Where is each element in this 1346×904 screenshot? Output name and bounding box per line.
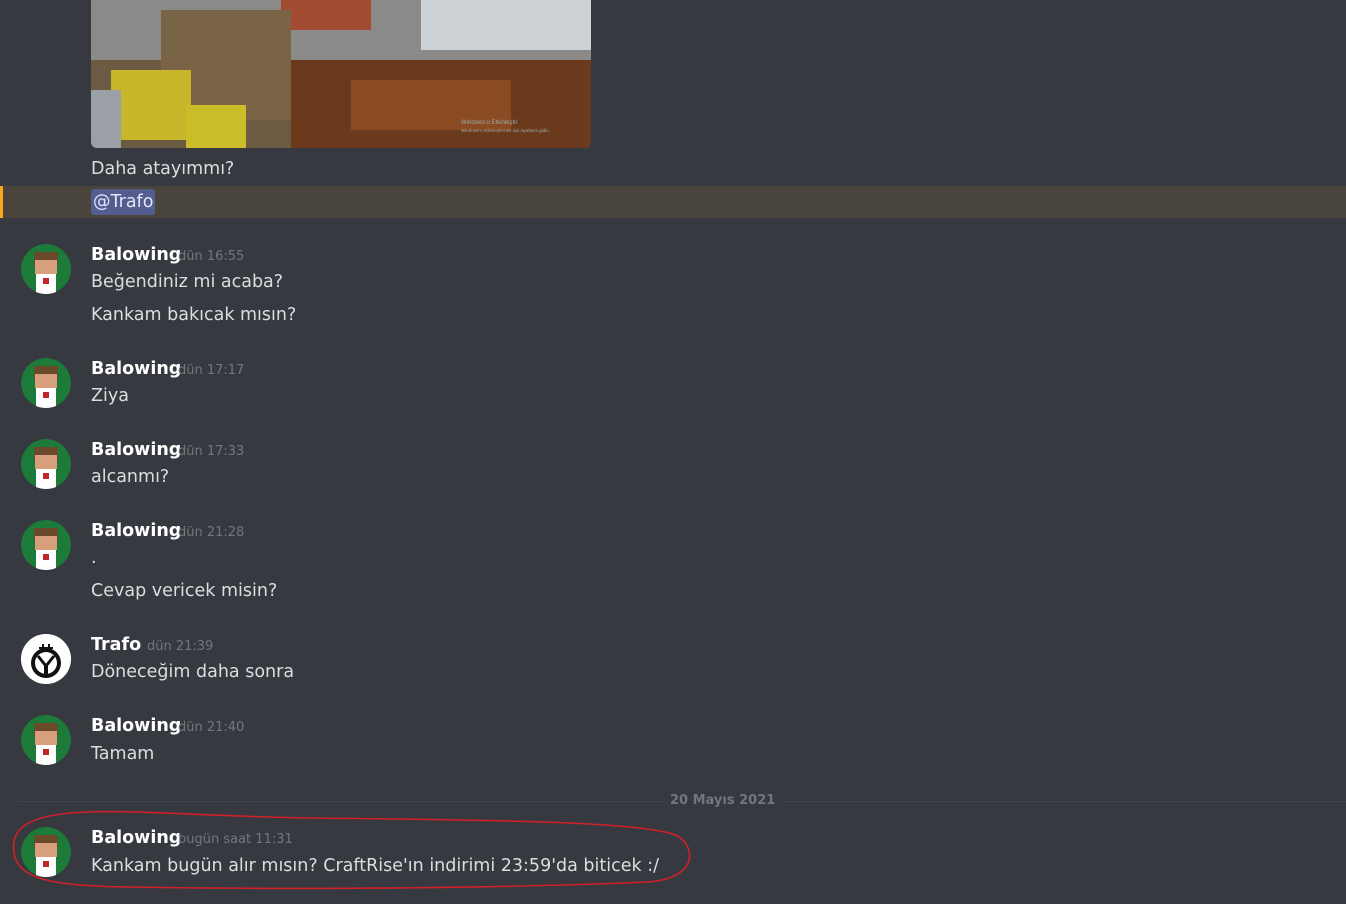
windows-watermark-sub: Windows'u etkinleştirmek için Ayarlar'a … <box>461 128 550 133</box>
timestamp: dün 21:28 <box>178 525 245 540</box>
timestamp: dün 16:55 <box>178 249 245 264</box>
timestamp: dün 21:40 <box>178 720 245 735</box>
author-name[interactable]: Balowing <box>91 243 181 267</box>
balowing-avatar[interactable] <box>21 358 71 408</box>
message-text: alcanmı? <box>91 467 170 487</box>
author-name[interactable]: Balowing <box>91 438 181 462</box>
message-text: Cevap vericek misin? <box>91 581 278 601</box>
red-annotation-ellipse <box>12 810 691 890</box>
mention-highlight-row <box>0 186 1346 218</box>
trafo-avatar[interactable] <box>21 634 71 684</box>
author-name[interactable]: Trafo <box>91 633 141 657</box>
chat-messages: Windows'u Etkinleştir Windows'u etkinleş… <box>0 0 1346 904</box>
image-attachment[interactable]: Windows'u Etkinleştir Windows'u etkinleş… <box>91 0 591 148</box>
message-text: Beğendiniz mi acaba? <box>91 272 284 292</box>
balowing-avatar[interactable] <box>21 244 71 294</box>
message-text: Tamam <box>91 744 155 764</box>
timestamp: dün 17:17 <box>178 363 245 378</box>
user-mention[interactable]: @Trafo <box>91 189 156 215</box>
message-text: Ziya <box>91 386 129 406</box>
author-name[interactable]: Balowing <box>91 357 181 381</box>
message-text: . <box>91 548 97 568</box>
windows-watermark: Windows'u Etkinleştir <box>461 120 518 126</box>
author-name[interactable]: Balowing <box>91 519 181 543</box>
balowing-avatar[interactable] <box>21 715 71 765</box>
balowing-avatar[interactable] <box>21 520 71 570</box>
timestamp: dün 21:39 <box>147 639 214 654</box>
timestamp: dün 17:33 <box>178 444 245 459</box>
message-text: Döneceğim daha sonra <box>91 662 295 682</box>
message-text: Daha atayımmı? <box>91 159 235 179</box>
author-name[interactable]: Balowing <box>91 714 181 738</box>
balowing-avatar[interactable] <box>21 439 71 489</box>
message-text: Kankam bakıcak mısın? <box>91 305 297 325</box>
